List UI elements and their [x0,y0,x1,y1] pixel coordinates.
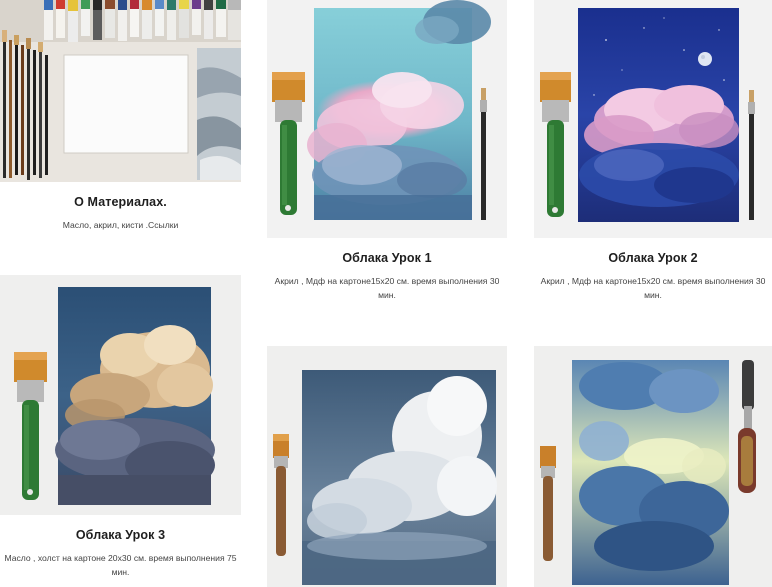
card-description-materials: Масло, акрил, кисти .Ссылки [62,220,179,230]
card-title-lesson-3[interactable]: Облака Урок 3 [0,528,241,542]
lesson-5-photo [534,346,772,587]
card-description-lesson-1: Акрил , Мдф на картоне15х20 см. время вы… [274,276,500,300]
card-image-lesson-3[interactable] [0,275,241,515]
card-title-lesson-1[interactable]: Облака Урок 1 [267,251,507,265]
card-description-lesson-3: Масло , холст на картоне 20х30 см. время… [4,553,237,577]
lesson-4-photo [267,346,507,587]
card-image-materials[interactable] [0,0,241,182]
lesson-3-photo [0,275,241,515]
card-description-lesson-2: Акрил , Мдф на картоне15х20 см. время вы… [540,276,766,300]
card-image-lesson-5[interactable] [534,346,772,587]
lesson-2-photo [534,0,772,238]
card-image-lesson-2[interactable] [534,0,772,238]
card-title-lesson-2[interactable]: Облака Урок 2 [534,251,772,265]
card-image-lesson-1[interactable] [267,0,507,238]
card-image-lesson-4[interactable] [267,346,507,587]
lesson-1-photo [267,0,507,238]
materials-photo [0,0,241,182]
card-title-materials[interactable]: О Материалах. [0,195,241,209]
